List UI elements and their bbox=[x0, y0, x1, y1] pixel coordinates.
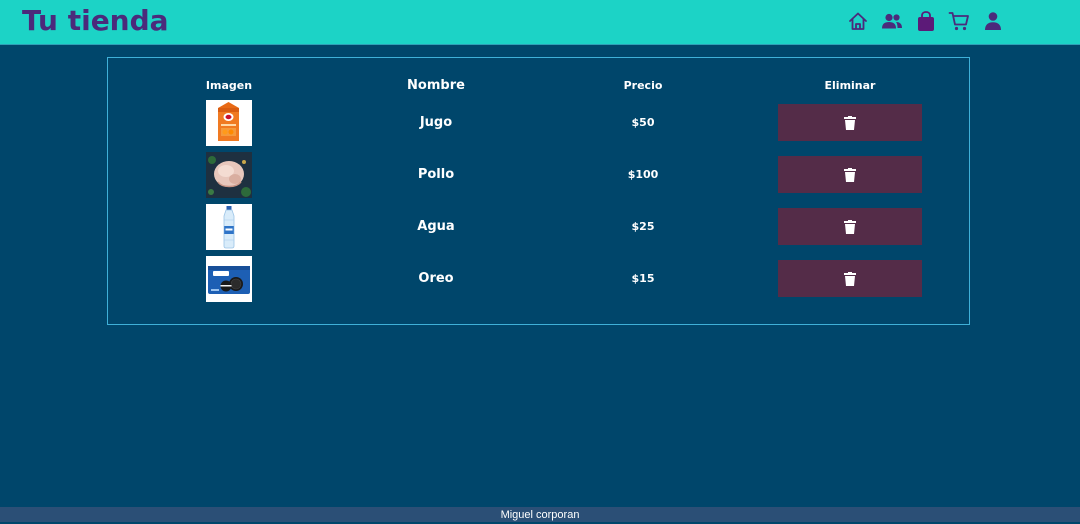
column-header-name: Nombre bbox=[407, 78, 465, 93]
user-icon[interactable] bbox=[982, 10, 1004, 32]
cart-icon[interactable] bbox=[948, 10, 970, 32]
product-price: $15 bbox=[631, 272, 655, 285]
navbar: Tu tienda bbox=[0, 0, 1080, 45]
delete-button[interactable] bbox=[778, 260, 922, 297]
product-name: Agua bbox=[417, 219, 455, 234]
table-row: Pollo $100 bbox=[108, 152, 969, 200]
product-price: $50 bbox=[631, 116, 655, 129]
product-name: Oreo bbox=[418, 271, 454, 286]
footer-text: Miguel corporan bbox=[500, 509, 580, 521]
raw-chicken-image bbox=[206, 152, 252, 198]
table-row: Oreo $15 bbox=[108, 256, 969, 304]
shopping-bag-icon[interactable] bbox=[915, 10, 937, 32]
trash-icon bbox=[844, 167, 856, 182]
brand-title[interactable]: Tu tienda bbox=[22, 4, 169, 37]
delete-button[interactable] bbox=[778, 156, 922, 193]
product-price: $100 bbox=[627, 168, 659, 181]
table-row: Jugo $50 bbox=[108, 100, 969, 148]
product-price: $25 bbox=[631, 220, 655, 233]
table-row: Agua $25 bbox=[108, 204, 969, 252]
product-name: Jugo bbox=[419, 115, 453, 130]
column-header-delete: Eliminar bbox=[824, 79, 876, 92]
oreo-package-image bbox=[206, 256, 252, 302]
trash-icon bbox=[844, 271, 856, 286]
trash-icon bbox=[844, 115, 856, 130]
users-icon[interactable] bbox=[881, 10, 903, 32]
delete-button[interactable] bbox=[778, 104, 922, 141]
juice-carton-image bbox=[206, 100, 252, 146]
trash-icon bbox=[844, 219, 856, 234]
delete-button[interactable] bbox=[778, 208, 922, 245]
cart-table: Imagen Nombre Precio Eliminar Jugo $50 P… bbox=[107, 57, 970, 325]
water-bottle-image bbox=[206, 204, 252, 250]
column-header-image: Imagen bbox=[205, 79, 253, 92]
footer: Miguel corporan bbox=[0, 507, 1080, 522]
column-header-price: Precio bbox=[623, 79, 663, 92]
home-icon[interactable] bbox=[847, 10, 869, 32]
product-name: Pollo bbox=[417, 167, 455, 182]
